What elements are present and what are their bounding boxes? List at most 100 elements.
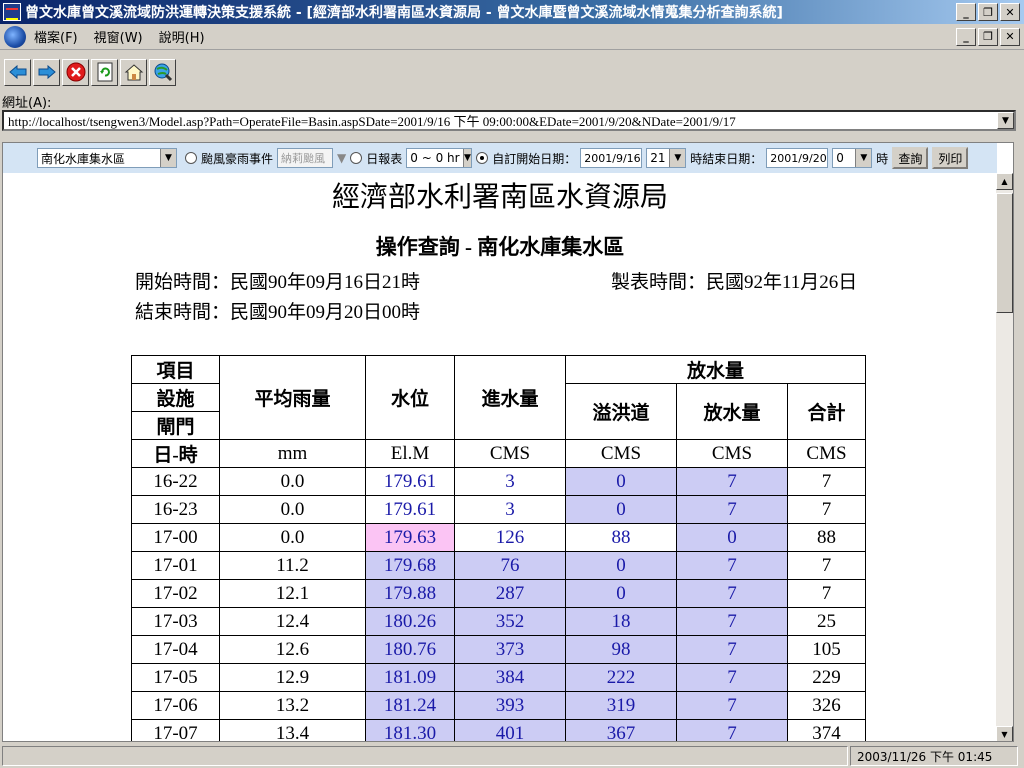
status-bar: 2003/11/26 下午 01:45 [0, 744, 1024, 768]
end-hour-select[interactable]: 0 ▼ [832, 148, 873, 168]
header-total: 合計 [787, 383, 866, 440]
status-datetime: 2003/11/26 下午 01:45 [850, 746, 1018, 766]
forward-button[interactable] [33, 58, 60, 86]
query-button[interactable]: 查詢 [892, 147, 929, 169]
chevron-down-icon: ▼ [855, 149, 872, 167]
scroll-thumb[interactable] [996, 193, 1013, 313]
cell-inflow: 3 [454, 495, 566, 524]
cell-day-hour: 17-06 [131, 691, 220, 720]
custom-date-radio[interactable] [476, 152, 489, 164]
cell-avg-rain: 13.2 [219, 691, 366, 720]
cell-spillway: 18 [565, 607, 677, 636]
table-row: 17-06 13.2 181.24 393 319 7 326 [131, 691, 866, 720]
typhoon-event-label: 颱風豪雨事件 [201, 151, 274, 166]
cell-water-level: 179.61 [365, 495, 455, 524]
header-spillway: 溢洪道 [565, 383, 677, 440]
print-button[interactable]: 列印 [932, 147, 969, 169]
header-inflow: 進水量 [454, 355, 566, 440]
cell-outflow: 7 [676, 691, 788, 720]
typhoon-dropdown-icon: ▼ [337, 151, 347, 165]
child-close-button[interactable]: ✕ [1000, 27, 1020, 46]
cell-outflow: 7 [676, 663, 788, 692]
cell-outflow: 7 [676, 635, 788, 664]
cell-total: 7 [787, 551, 866, 580]
search-button[interactable] [149, 58, 176, 86]
cell-water-level: 179.63 [365, 523, 455, 552]
typhoon-event-field: 納莉颱風 [277, 148, 334, 168]
header-avg-rain: 平均雨量 [219, 355, 366, 440]
back-button[interactable] [4, 58, 31, 86]
header-facility: 設施 [131, 383, 220, 412]
cell-inflow: 3 [454, 467, 566, 496]
hour-range-select[interactable]: 0 ~ 0 hr ▼ [406, 148, 473, 168]
minimize-button[interactable]: _ [956, 3, 976, 21]
menu-file[interactable]: 檔案(F) [26, 27, 86, 46]
address-url[interactable]: http://localhost/tsengwen3/Model.asp?Pat… [4, 111, 997, 130]
operation-table: 項目 平均雨量 水位 進水量 放水量 設施 溢洪道 放水量 合計 閘門 日-時 … [131, 355, 866, 741]
start-hour-select[interactable]: 21 ▼ [646, 148, 687, 168]
child-restore-button[interactable]: ❐ [978, 27, 998, 46]
start-date-input[interactable]: 2001/9/16 [580, 148, 643, 168]
daily-report-radio[interactable] [350, 152, 363, 164]
unit-spillway: CMS [565, 439, 677, 468]
app-icon [3, 3, 21, 21]
address-bar[interactable]: http://localhost/tsengwen3/Model.asp?Pat… [2, 110, 1016, 131]
report-document: 經濟部水利署南區水資源局 操作查詢 - 南化水庫集水區 開始時間：民國90年09… [3, 173, 997, 741]
cell-inflow: 373 [454, 635, 566, 664]
stop-icon [66, 62, 85, 82]
table-row: 17-04 12.6 180.76 373 98 7 105 [131, 635, 866, 664]
refresh-icon [97, 62, 112, 82]
table-row: 17-01 11.2 179.68 76 0 7 7 [131, 551, 866, 580]
scroll-up-button[interactable]: ▲ [996, 173, 1013, 190]
cell-day-hour: 17-05 [131, 663, 220, 692]
cell-water-level: 181.24 [365, 691, 455, 720]
menu-help[interactable]: 說明(H) [151, 27, 213, 46]
cell-day-hour: 16-23 [131, 495, 220, 524]
query-bar: 南化水庫集水區 ▼ 颱風豪雨事件 納莉颱風 ▼ 日報表 0 ~ 0 hr ▼ 自訂開… [3, 143, 997, 173]
cell-total: 229 [787, 663, 866, 692]
unit-level: El.M [365, 439, 455, 468]
scroll-down-button[interactable]: ▼ [996, 726, 1013, 741]
header-item: 項目 [131, 355, 220, 384]
start-time: 開始時間：民國90年09月16日21時 [135, 272, 421, 293]
address-dropdown-button[interactable]: ▼ [997, 112, 1014, 129]
end-date-input[interactable]: 2001/9/20 [766, 148, 829, 168]
cell-spillway: 98 [565, 635, 677, 664]
vertical-scrollbar[interactable]: ▲ ▼ [996, 173, 1013, 741]
cell-spillway: 319 [565, 691, 677, 720]
home-button[interactable] [120, 58, 147, 86]
chevron-down-icon: ▼ [462, 149, 472, 167]
typhoon-event-radio[interactable] [185, 152, 197, 164]
header-gate: 閘門 [131, 411, 220, 440]
cell-inflow: 401 [454, 719, 566, 741]
basin-select[interactable]: 南化水庫集水區 ▼ [37, 148, 177, 168]
cell-spillway: 367 [565, 719, 677, 741]
child-minimize-button[interactable]: _ [956, 27, 976, 46]
cell-avg-rain: 0.0 [219, 495, 366, 524]
restore-button[interactable]: ❐ [978, 3, 998, 21]
header-release: 放水量 [565, 355, 866, 384]
cell-avg-rain: 12.4 [219, 607, 366, 636]
cell-spillway: 0 [565, 551, 677, 580]
address-label: 網址(A): [2, 96, 52, 111]
cell-water-level: 181.09 [365, 663, 455, 692]
cell-outflow: 0 [676, 523, 788, 552]
menu-window[interactable]: 視窗(W) [86, 27, 151, 46]
unit-outflow: CMS [676, 439, 788, 468]
report-subtitle: 操作查詢 - 南化水庫集水區 [375, 235, 625, 259]
daily-report-label: 日報表 [366, 151, 403, 166]
cell-outflow: 7 [676, 719, 788, 741]
cell-total: 25 [787, 607, 866, 636]
table-row: 17-02 12.1 179.88 287 0 7 7 [131, 579, 866, 608]
cell-inflow: 393 [454, 691, 566, 720]
header-outflow: 放水量 [676, 383, 788, 440]
cell-avg-rain: 12.6 [219, 635, 366, 664]
cell-water-level: 179.68 [365, 551, 455, 580]
home-icon [124, 64, 143, 81]
close-button[interactable]: ✕ [1000, 3, 1020, 21]
cell-inflow: 76 [454, 551, 566, 580]
globe-icon[interactable] [4, 25, 26, 48]
stop-button[interactable] [62, 58, 89, 86]
refresh-button[interactable] [91, 58, 118, 86]
cell-day-hour: 17-07 [131, 719, 220, 741]
